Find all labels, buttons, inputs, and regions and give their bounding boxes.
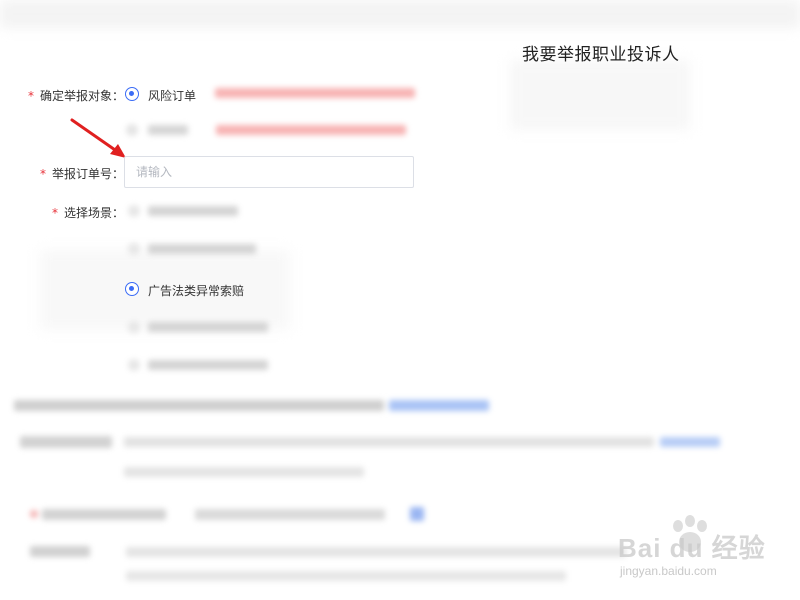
radio-advertising-law-claim[interactable] <box>125 282 139 296</box>
order-number-label: * 举报订单号： <box>40 165 124 182</box>
report-page: 我要举报职业投诉人 * 确定举报对象： 风险订单 * 举报订单号： * 选择场景： 广… <box>0 0 800 600</box>
required-mark: * <box>28 89 34 103</box>
blurred-hint-text <box>215 88 415 100</box>
blurred-option-row <box>128 204 268 218</box>
page-title: 我要举报职业投诉人 <box>522 45 680 65</box>
blurred-notice-paragraph <box>20 434 740 484</box>
watermark-brand: Bai du 经验 <box>618 533 766 563</box>
order-number-input[interactable] <box>124 156 414 188</box>
radio-risk-order-label[interactable]: 风险订单 <box>148 87 196 104</box>
scene-label: * 选择场景： <box>52 204 124 221</box>
blurred-notice-heading <box>14 398 494 414</box>
radio-risk-order[interactable] <box>125 87 139 101</box>
watermark-url: jingyan.baidu.com <box>620 564 717 578</box>
order-number-label-text: 举报订单号： <box>52 167 125 181</box>
radio-advertising-law-claim-label[interactable]: 广告法类异常索赔 <box>148 282 244 299</box>
required-mark: * <box>52 206 58 220</box>
blurred-notice-paragraph <box>30 544 630 594</box>
required-mark: * <box>40 167 46 181</box>
baidu-jingyan-watermark: Bai du 经验 jingyan.baidu.com <box>608 514 768 584</box>
report-target-label-text: 确定举报对象： <box>40 89 125 103</box>
scene-label-text: 选择场景： <box>64 206 125 220</box>
blurred-background-panel <box>0 0 800 28</box>
red-arrow-icon <box>70 118 126 158</box>
blurred-option-row <box>128 242 268 256</box>
blurred-option-row <box>128 320 288 334</box>
blurred-checkbox-row <box>30 506 460 524</box>
blurred-background-panel <box>510 60 690 130</box>
blurred-option-row <box>126 122 416 138</box>
report-target-label: * 确定举报对象： <box>28 87 124 104</box>
blurred-option-row <box>128 358 288 372</box>
